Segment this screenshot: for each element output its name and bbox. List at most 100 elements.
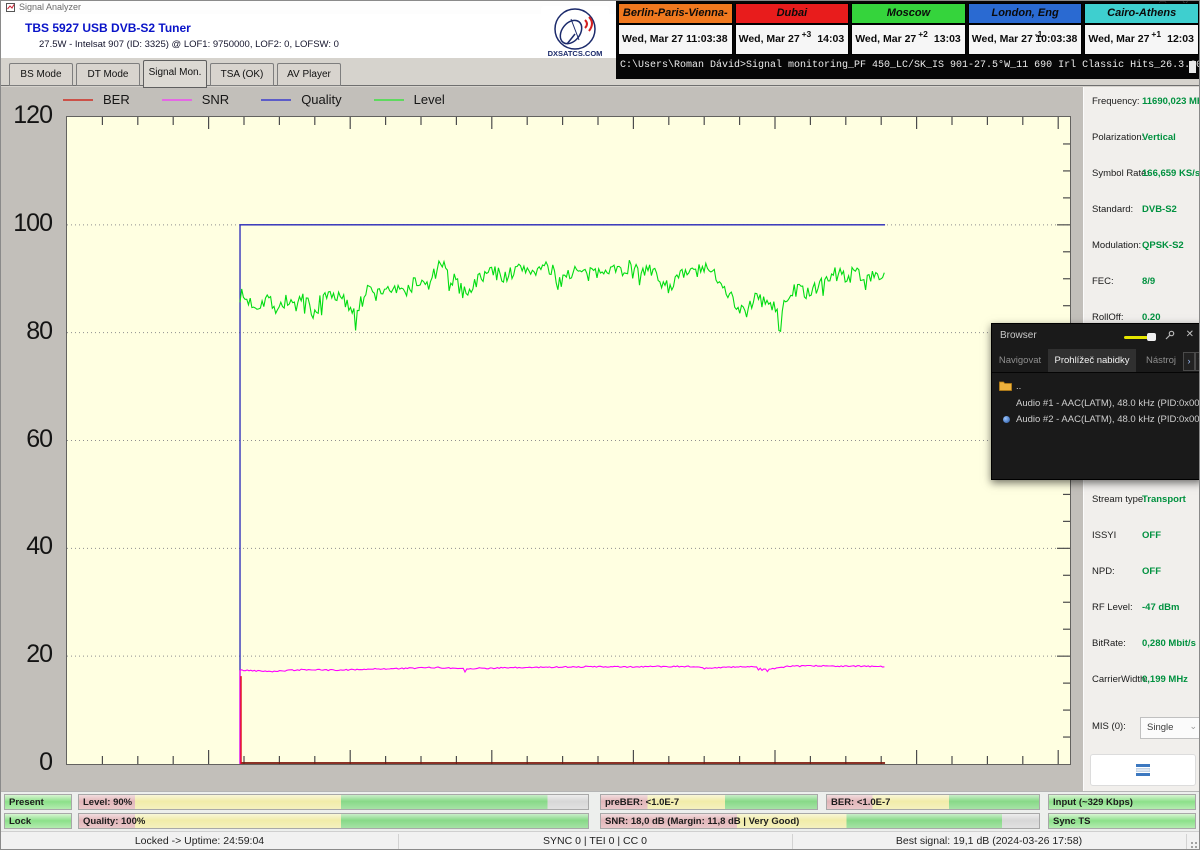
tuner-title: TBS 5927 USB DVB-S2 Tuner — [25, 21, 191, 35]
console-command-line[interactable]: C:\Users\Roman Dávid>Signal monitoring_P… — [620, 60, 1192, 71]
popup-tabs: Navigovat Prohlížeč nabidky Nástroj proc… — [992, 349, 1200, 373]
y-axis-tick-label: 120 — [2, 101, 52, 130]
clock-utc-offset: +1 — [1151, 29, 1161, 39]
clock-dubai: Dubai Wed, Mar 27+314:03 — [735, 3, 850, 55]
popup-tab-overflow[interactable]: ˅ — [1195, 352, 1200, 371]
clock-date: Wed, Mar 27 — [972, 33, 1033, 45]
input-indicator: Input (~329 Kbps) — [1048, 794, 1196, 810]
clock-date: Wed, Mar 27 — [622, 33, 683, 45]
clock-city-label: Berlin-Paris-Vienna-Roma — [619, 4, 732, 25]
clock-city-label: Dubai — [736, 4, 849, 25]
selected-dot-icon — [1003, 416, 1010, 423]
app-icon — [6, 3, 15, 12]
status-divider — [398, 834, 399, 849]
clock-time: 10:03:38 — [1035, 33, 1077, 45]
quality-meter: Quality: 100% — [78, 813, 589, 829]
list-icon — [1136, 764, 1150, 776]
legend-swatch-ber — [63, 99, 93, 101]
mis-label: MIS (0): — [1092, 721, 1126, 732]
tuner-subtitle: 27.5W - Intelsat 907 (ID: 3325) @ LOF1: … — [39, 39, 339, 50]
popup-item-audio1[interactable]: Audio #1 - AAC(LATM), 48.0 kHz (PID:0x00… — [992, 396, 1200, 411]
sidebar-row-standard: Standard:DVB-S2 — [1092, 204, 1200, 218]
folder-icon — [999, 380, 1012, 391]
clock-moscow: Moscow Wed, Mar 27+2 13:03 — [851, 3, 966, 55]
popup-item-parent-folder[interactable]: .. — [992, 379, 1200, 394]
legend-swatch-level — [374, 99, 404, 101]
sidebar-row-carrier-width: CarrierWidth:0,199 MHz — [1092, 674, 1200, 688]
clock-time: 12:03 — [1167, 33, 1194, 45]
y-axis-tick-label: 20 — [2, 640, 52, 669]
y-axis-tick-label: 60 — [2, 425, 52, 454]
status-bar: Locked -> Uptime: 24:59:04 SYNC 0 | TEI … — [1, 831, 1200, 850]
clock-utc-offset: +3 — [802, 29, 812, 39]
legend-label-ber: BER — [103, 92, 130, 107]
sync-ts-indicator: Sync TS — [1048, 813, 1196, 829]
mis-dropdown[interactable]: Single ⌄ — [1140, 717, 1200, 739]
signal-chart — [66, 116, 1071, 765]
y-axis-tick-label: 80 — [2, 317, 52, 346]
sidebar-row-npd: NPD:OFF — [1092, 566, 1200, 580]
popup-tab-nastroj[interactable]: Nástroj procházení t — [1138, 349, 1184, 372]
popup-tab-prohlizec[interactable]: Prohlížeč nabidky — [1048, 349, 1136, 372]
logo-text: DXSATCS.COM — [548, 49, 603, 58]
y-axis-labels: 120100806040200 — [1, 116, 59, 763]
header: TBS 5927 USB DVB-S2 Tuner 27.5W - Intels… — [1, 14, 618, 58]
popup-title: Browser — [1000, 330, 1037, 341]
clock-london: London, Eng Wed, Mar 27-110:03:38 — [968, 3, 1083, 55]
status-divider — [792, 834, 793, 849]
pin-icon[interactable] — [1165, 330, 1175, 340]
chart-legend: BER SNR Quality Level — [63, 92, 467, 107]
tab-av-player[interactable]: AV Player — [277, 63, 341, 86]
resize-grip[interactable] — [1190, 841, 1198, 849]
clock-time: 11:03:38 — [686, 33, 727, 45]
stream-list-button[interactable] — [1090, 754, 1196, 786]
status-sync-counters: SYNC 0 | TEI 0 | CC 0 — [398, 835, 792, 847]
preber-meter: preBER: <1.0E-7 — [600, 794, 818, 810]
clock-city-label: Cairo-Athens — [1085, 4, 1198, 25]
tab-signal-mon[interactable]: Signal Mon. — [143, 60, 207, 88]
clock-date: Wed, Mar 27 — [739, 33, 800, 45]
legend-label-snr: SNR — [202, 92, 229, 107]
status-divider — [1186, 834, 1187, 849]
sidebar-row-stream-type: Stream type:Transport — [1092, 494, 1200, 508]
popup-slider-knob[interactable] — [1147, 333, 1156, 341]
meters-strip: Present Level: 90% preBER: <1.0E-7 BER: … — [1, 791, 1200, 832]
lock-indicator: Lock — [4, 813, 72, 829]
sidebar-row-symbol-rate: Symbol Rate:166,659 KS/s — [1092, 168, 1200, 182]
popup-tab-scroll-next[interactable]: › — [1183, 352, 1195, 371]
sidebar-row-mis: MIS (0): Single ⌄ — [1092, 717, 1198, 739]
tab-dt-mode[interactable]: DT Mode — [76, 63, 140, 86]
legend-swatch-snr — [162, 99, 192, 101]
world-clocks: Berlin-Paris-Vienna-Roma Wed, Mar 2711:0… — [618, 3, 1199, 55]
tab-tsa[interactable]: TSA (OK) — [210, 63, 274, 86]
legend-label-quality: Quality — [301, 92, 341, 107]
sidebar-row-frequency: Frequency:11690,023 MHz — [1092, 96, 1200, 110]
clock-utc-offset: +2 — [918, 29, 928, 39]
clock-date: Wed, Mar 27 — [1088, 33, 1149, 45]
clock-cairo: Cairo-Athens Wed, Mar 27+1 12:03 — [1084, 3, 1199, 55]
legend-swatch-quality — [261, 99, 291, 101]
chart-panel: BER SNR Quality Level 120100806040200 — [1, 87, 1082, 791]
window-title: Signal Analyzer — [19, 2, 81, 12]
present-indicator: Present — [4, 794, 72, 810]
sidebar-row-polarization: Polarization:Vertical — [1092, 132, 1200, 146]
dxsatcs-logo: DXSATCS.COM — [541, 6, 609, 59]
clock-date: Wed, Mar 27 — [855, 33, 916, 45]
sidebar-row-fec: FEC:8/9 — [1092, 276, 1200, 290]
sidebar-row-bitrate: BitRate:0,280 Mbit/s — [1092, 638, 1200, 652]
console-cursor — [1189, 61, 1196, 73]
snr-meter: SNR: 18,0 dB (Margin: 11,8 dB | Very Goo… — [600, 813, 1040, 829]
popup-tab-navigovat[interactable]: Navigovat — [994, 349, 1046, 372]
clock-city-label: Moscow — [852, 4, 965, 25]
sidebar-row-issyi: ISSYIOFF — [1092, 530, 1200, 544]
status-best-signal: Best signal: 19,1 dB (2024-03-26 17:58) — [792, 835, 1186, 847]
sidebar-row-modulation: Modulation:QPSK-S2 — [1092, 240, 1200, 254]
popup-item-audio2[interactable]: Audio #2 - AAC(LATM), 48.0 kHz (PID:0x00… — [992, 412, 1200, 427]
popup-close-icon[interactable]: ✕ — [1186, 329, 1194, 340]
sidebar-row-rf-level: RF Level:-47 dBm — [1092, 602, 1200, 616]
y-axis-tick-label: 100 — [2, 209, 52, 238]
clock-time: 13:03 — [934, 33, 961, 45]
ber-meter: BER: <1.0E-7 — [826, 794, 1040, 810]
chevron-down-icon: ⌄ — [1189, 721, 1197, 732]
tab-bs-mode[interactable]: BS Mode — [9, 63, 73, 86]
